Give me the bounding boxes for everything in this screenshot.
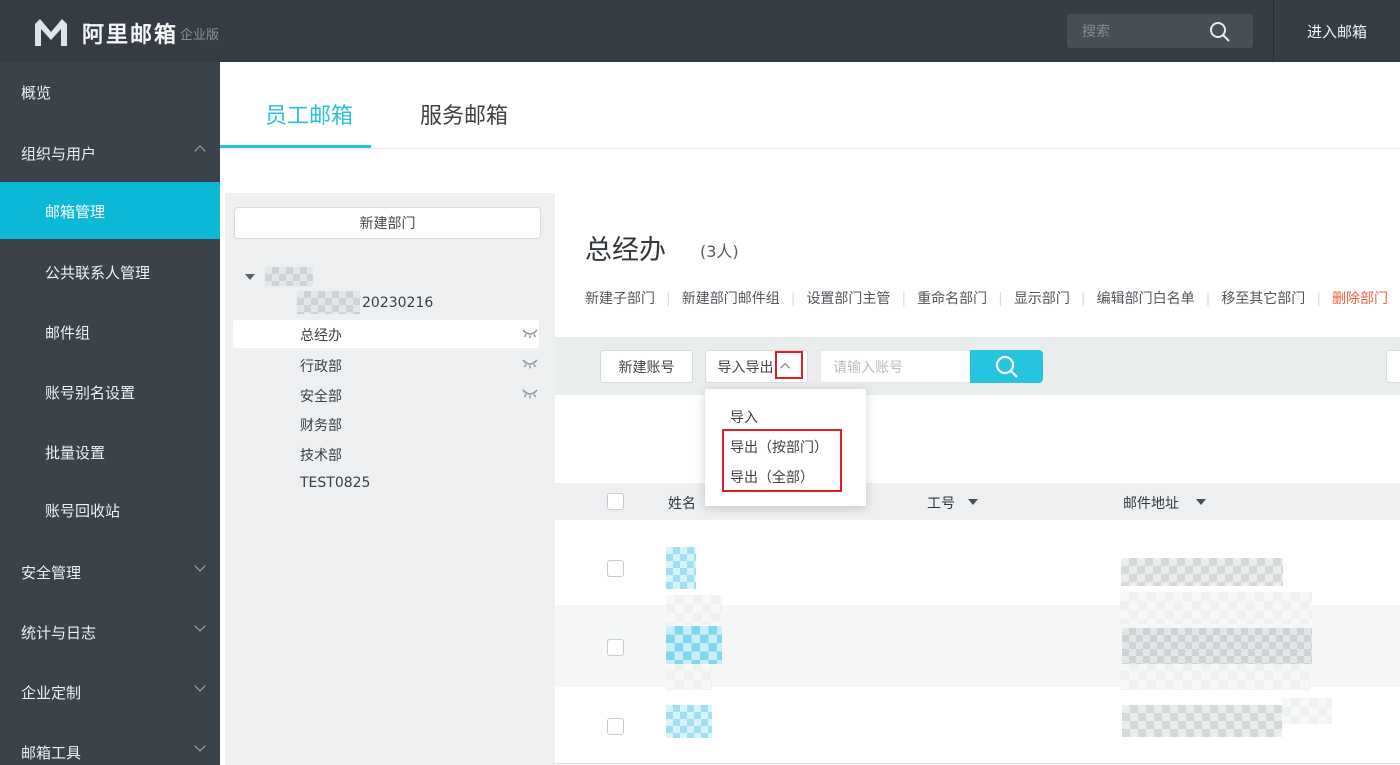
column-employee-id: 工号 [927, 496, 955, 512]
hidden-department-icon [521, 386, 539, 405]
menu-item-export-all[interactable]: 导出（全部） [730, 467, 814, 487]
sidebar-item-overview[interactable]: 概览 [0, 82, 220, 102]
toolbar: 新建账号 导入导出 [555, 337, 1400, 395]
redacted-email-cell [1122, 705, 1282, 737]
sidebar-item-mailbox-management[interactable]: 邮箱管理 [0, 182, 220, 239]
hidden-department-icon [521, 356, 539, 375]
cutoff-right-button[interactable] [1386, 350, 1400, 383]
caret-up-icon [779, 362, 790, 373]
sidebar-item-enterprise-custom[interactable]: 企业定制 [0, 680, 220, 702]
row-checkbox[interactable] [607, 718, 624, 735]
new-department-button[interactable]: 新建部门 [234, 207, 541, 239]
tree-item-caiwubu[interactable]: 财务部 [300, 415, 342, 435]
import-export-button[interactable]: 导入导出 [705, 350, 808, 383]
redacted-name-cell [666, 547, 696, 589]
sidebar: 概览 组织与用户 邮箱管理 公共联系人管理 邮件组 账号别名设置 批量设置 账号… [0, 62, 220, 765]
tree-item-selected-row[interactable]: 总经办 [233, 320, 539, 348]
sort-caret-icon[interactable] [1196, 499, 1206, 505]
column-name: 姓名 [668, 496, 696, 512]
action-delete-dept[interactable]: 删除部门 [1332, 291, 1388, 307]
brand-edition: 企业版 [180, 28, 220, 43]
row-checkbox[interactable] [607, 639, 624, 656]
tree-root-redacted[interactable] [265, 267, 313, 286]
redacted-name-cell [666, 626, 722, 664]
tree-item-test0825[interactable]: TEST0825 [300, 475, 370, 491]
redacted-artifact [1282, 698, 1332, 724]
tree-expand-caret-icon[interactable] [245, 274, 255, 280]
department-actions: 新建子部门 | 新建部门邮件组 | 设置部门主管 | 重命名部门 | 显示部门 | 编辑部门白名单 |… [585, 291, 1389, 307]
sidebar-item-stats-logs[interactable]: 统计与日志 [0, 620, 220, 642]
page-title: 总经办 [585, 235, 666, 266]
sidebar-item-public-contacts[interactable]: 公共联系人管理 [0, 262, 220, 282]
action-move-dept[interactable]: 移至其它部门 [1221, 291, 1305, 307]
action-set-dept-manager[interactable]: 设置部门主管 [806, 291, 890, 307]
redacted-artifact [666, 662, 712, 690]
tree-item-jishubu[interactable]: 技术部 [300, 445, 342, 465]
chevron-down-icon [194, 680, 206, 692]
search-icon [995, 355, 1018, 378]
redacted-name-cell [666, 705, 712, 738]
action-edit-dept-whitelist[interactable]: 编辑部门白名单 [1097, 291, 1195, 307]
sidebar-item-mailbox-tools[interactable]: 邮箱工具 [0, 740, 220, 762]
department-panel: 新建部门 20230216 总经办 行政部 安全部 财务部 技术部 TEST08… [225, 193, 555, 765]
sidebar-item-mail-groups[interactable]: 邮件组 [0, 322, 220, 342]
redacted-artifact [1120, 662, 1310, 690]
select-all-checkbox[interactable] [607, 493, 624, 510]
tree-item-20230216[interactable]: 20230216 [362, 295, 433, 311]
brand-title: 阿里邮箱 [82, 23, 179, 48]
row-checkbox[interactable] [607, 560, 624, 577]
table-bottom-border [555, 763, 1400, 764]
chevron-down-icon [194, 560, 206, 572]
sidebar-item-org-users[interactable]: 组织与用户 [0, 143, 220, 163]
chevron-down-icon [194, 620, 206, 632]
redacted-artifact [666, 595, 722, 625]
hidden-department-icon [521, 326, 539, 345]
topbar: 阿里邮箱 企业版 进入邮箱 [0, 0, 1400, 62]
tabstrip: 员工邮箱 服务邮箱 [220, 62, 1400, 149]
sidebar-item-account-recycle[interactable]: 账号回收站 [0, 500, 220, 520]
tab-service-mailbox[interactable]: 服务邮箱 [420, 98, 508, 130]
account-search-button[interactable] [970, 350, 1043, 383]
alimail-logo-icon [30, 16, 74, 52]
tree-item-redacted-prefix[interactable] [297, 291, 360, 314]
tree-item-zongjingban[interactable]: 总经办 [300, 325, 342, 345]
tab-employee-mailbox[interactable]: 员工邮箱 [265, 98, 353, 130]
redacted-email-cell [1121, 558, 1283, 586]
new-account-button[interactable]: 新建账号 [600, 350, 693, 383]
enter-mailbox-button[interactable]: 进入邮箱 [1274, 0, 1400, 62]
action-show-dept[interactable]: 显示部门 [1014, 291, 1070, 307]
import-export-dropdown: 导入 导出（按部门） 导出（全部） [705, 389, 866, 506]
menu-item-export-by-dept[interactable]: 导出（按部门） [730, 437, 828, 457]
sidebar-item-security[interactable]: 安全管理 [0, 560, 220, 582]
tree-item-anquanbu[interactable]: 安全部 [300, 386, 342, 406]
action-rename-dept[interactable]: 重命名部门 [917, 291, 987, 307]
sort-caret-icon[interactable] [968, 499, 978, 505]
action-new-subdept[interactable]: 新建子部门 [585, 291, 655, 307]
menu-item-import[interactable]: 导入 [730, 407, 758, 427]
redacted-artifact [1120, 592, 1312, 624]
chevron-up-icon [194, 145, 206, 157]
action-new-dept-mailgroup[interactable]: 新建部门邮件组 [682, 291, 780, 307]
redacted-email-cell [1122, 628, 1312, 664]
tree-item-xingzhengbu[interactable]: 行政部 [300, 356, 342, 376]
active-tab-underline [220, 145, 371, 148]
search-icon[interactable] [1208, 20, 1232, 48]
member-count: (3人) [700, 242, 739, 261]
column-email: 邮件地址 [1123, 496, 1179, 512]
account-search-input[interactable] [820, 350, 970, 383]
chevron-down-icon [194, 740, 206, 752]
sidebar-item-batch-settings[interactable]: 批量设置 [0, 442, 220, 462]
sidebar-item-alias-settings[interactable]: 账号别名设置 [0, 382, 220, 402]
